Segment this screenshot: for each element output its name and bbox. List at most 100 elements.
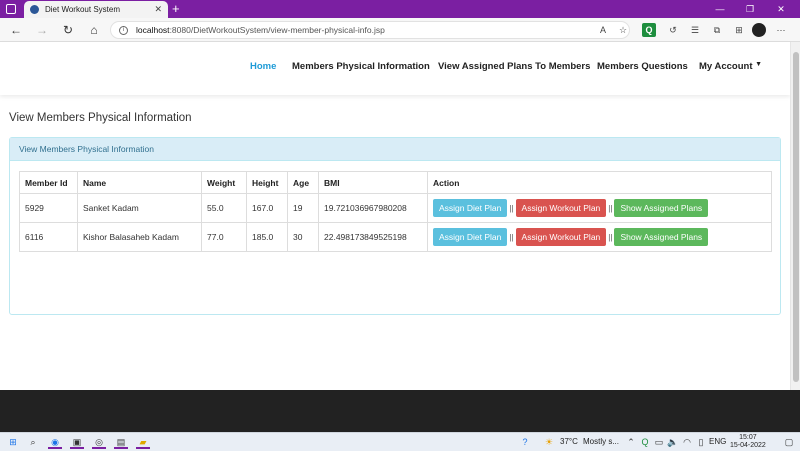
assign-diet-plan-button[interactable]: Assign Diet Plan	[433, 199, 508, 217]
favorite-star-icon[interactable]: ☆	[616, 23, 630, 37]
network-icon[interactable]: ◠	[680, 436, 694, 449]
collections-icon[interactable]: ⧉	[710, 23, 724, 37]
tab-actions-icon[interactable]	[6, 4, 16, 14]
site-navbar: Home Members Physical Information View A…	[0, 42, 790, 95]
display-icon[interactable]: ▭	[652, 436, 666, 449]
show-assigned-plans-button[interactable]: Show Assigned Plans	[614, 199, 709, 217]
clock[interactable]: 15:07 15-04-2022	[730, 434, 766, 450]
browser-toolbar: ← → ↻ ⌂ i localhost:8080/DietWorkoutSyst…	[0, 18, 800, 42]
cell-weight: 55.0	[201, 193, 247, 223]
separator: ||	[509, 203, 514, 213]
tray-app-icon[interactable]: Q	[638, 436, 652, 449]
cell-height: 167.0	[246, 193, 288, 223]
cell-height: 185.0	[246, 222, 288, 252]
header-member-id: Member Id	[19, 171, 78, 194]
terminal-icon[interactable]: ▣	[70, 436, 84, 449]
os-taskbar: ⊞ ⌕ ◉ ▣ ◎ ▤ ▰ ? ☀ 37°C Mostly s... ⌃ Q ▭…	[0, 432, 800, 451]
cell-action: Assign Diet Plan || Assign Workout Plan || S…	[427, 222, 772, 252]
info-icon[interactable]: i	[119, 25, 128, 35]
battery-icon[interactable]: ▯	[694, 436, 708, 449]
separator: ||	[608, 203, 613, 213]
assign-diet-plan-button[interactable]: Assign Diet Plan	[433, 228, 508, 246]
nav-members-questions[interactable]: Members Questions	[597, 61, 688, 72]
home-icon[interactable]: ⌂	[86, 22, 102, 38]
separator: ||	[608, 232, 613, 242]
info-panel: View Members Physical Information Member…	[9, 137, 781, 315]
notification-icon[interactable]: ▢	[782, 436, 796, 449]
page-footer	[0, 390, 800, 432]
assign-workout-plan-button[interactable]: Assign Workout Plan	[515, 228, 607, 246]
assign-workout-plan-button[interactable]: Assign Workout Plan	[515, 199, 607, 217]
cell-name: Kishor Balasaheb Kadam	[77, 222, 202, 252]
table-header-row: Member Id Name Weight Height Age BMI Act…	[19, 171, 772, 194]
cell-name: Sanket Kadam	[77, 193, 202, 223]
new-tab-button[interactable]: +	[172, 1, 180, 17]
nav-members-physical-information[interactable]: Members Physical Information	[292, 61, 430, 72]
header-action: Action	[427, 171, 772, 194]
help-icon[interactable]: ?	[518, 436, 532, 449]
url-host: localhost	[136, 25, 170, 35]
cell-age: 19	[287, 193, 319, 223]
maximize-button[interactable]: ❐	[735, 0, 765, 18]
scroll-thumb[interactable]	[793, 52, 799, 382]
cell-member-id: 5929	[19, 193, 78, 223]
read-aloud-icon[interactable]: A	[596, 23, 610, 37]
table-row: 6116 Kishor Balasaheb Kadam 77.0 185.0 3…	[19, 222, 772, 252]
favorites-icon[interactable]: ☰	[688, 23, 702, 37]
volume-icon[interactable]: 🔈	[666, 436, 680, 449]
panel-heading: View Members Physical Information	[10, 138, 780, 161]
start-windows-icon[interactable]: ⊞	[6, 436, 20, 449]
nav-my-account[interactable]: My Account ▼	[699, 61, 762, 72]
browser-tabbar: Diet Workout System ✕ + — ❐ ✕	[0, 0, 800, 18]
members-table: Member Id Name Weight Height Age BMI Act…	[19, 171, 772, 252]
screenshot-icon[interactable]: ⊞	[732, 23, 746, 37]
forward-arrow-icon[interactable]: →	[34, 22, 50, 38]
close-icon[interactable]: ✕	[154, 4, 162, 15]
cell-age: 30	[287, 222, 319, 252]
address-bar[interactable]: i localhost:8080/DietWorkoutSystem/view-…	[110, 21, 630, 39]
extension-puzzle-icon[interactable]: ↺	[666, 23, 680, 37]
clock-time: 15:07	[739, 434, 757, 441]
cell-member-id: 6116	[19, 222, 78, 252]
weather-temp: 37°C	[560, 437, 578, 446]
url-path: :8080/DietWorkoutSystem/view-member-phys…	[169, 25, 385, 35]
nav-view-assigned-plans[interactable]: View Assigned Plans To Members	[438, 61, 590, 72]
more-menu-icon[interactable]: ⋯	[774, 23, 788, 37]
header-age: Age	[287, 171, 319, 194]
cell-weight: 77.0	[201, 222, 247, 252]
nav-my-account-label: My Account	[699, 61, 753, 72]
separator: ||	[509, 232, 514, 242]
reload-icon[interactable]: ↻	[60, 22, 76, 38]
search-icon[interactable]: ⌕	[26, 436, 40, 449]
language-indicator[interactable]: ENG	[709, 437, 726, 446]
extension-icon[interactable]: Q	[642, 23, 656, 37]
cell-action: Assign Diet Plan || Assign Workout Plan || S…	[427, 193, 772, 223]
show-assigned-plans-button[interactable]: Show Assigned Plans	[614, 228, 709, 246]
chevron-up-icon[interactable]: ⌃	[624, 436, 638, 449]
web-page: Home Members Physical Information View A…	[0, 42, 790, 390]
console-icon[interactable]: ▤	[114, 436, 128, 449]
nav-home[interactable]: Home	[250, 61, 276, 72]
cell-bmi: 19.721036967980208	[318, 193, 428, 223]
page-title: View Members Physical Information	[9, 112, 192, 124]
caret-down-icon: ▼	[755, 61, 763, 68]
file-explorer-icon[interactable]: ▰	[136, 436, 150, 449]
profile-avatar[interactable]	[752, 23, 766, 37]
weather-sun-icon[interactable]: ☀	[542, 436, 556, 449]
browser-tab[interactable]: Diet Workout System ✕	[24, 1, 168, 18]
app-icon[interactable]: ◎	[92, 436, 106, 449]
header-weight: Weight	[201, 171, 247, 194]
cell-bmi: 22.498173849525198	[318, 222, 428, 252]
clock-date: 15-04-2022	[730, 442, 766, 449]
window-close-button[interactable]: ✕	[766, 0, 796, 18]
header-bmi: BMI	[318, 171, 428, 194]
table-row: 5929 Sanket Kadam 55.0 167.0 19 19.72103…	[19, 193, 772, 223]
database-icon	[30, 5, 39, 14]
edge-browser-icon[interactable]: ◉	[48, 436, 62, 449]
weather-desc: Mostly s...	[583, 437, 620, 446]
tab-title: Diet Workout System	[45, 5, 120, 14]
header-name: Name	[77, 171, 202, 194]
page-scrollbar[interactable]	[790, 42, 800, 390]
back-arrow-icon[interactable]: ←	[8, 22, 24, 38]
minimize-button[interactable]: —	[705, 0, 735, 18]
